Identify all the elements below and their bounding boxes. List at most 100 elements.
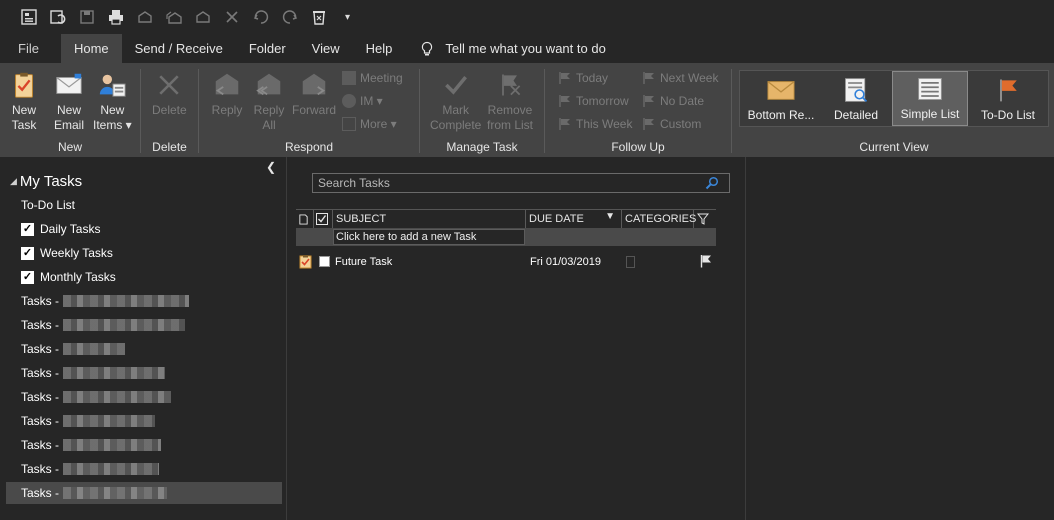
new-task-button[interactable]: New Task bbox=[8, 69, 40, 133]
search-placeholder: Search Tasks bbox=[318, 176, 390, 190]
tab-folder[interactable]: Folder bbox=[236, 34, 299, 63]
mark-complete-line2: Complete bbox=[430, 118, 482, 132]
tell-me-label: Tell me what you want to do bbox=[445, 41, 606, 56]
nav-item-daily-tasks[interactable]: ✓ Daily Tasks bbox=[21, 219, 100, 239]
category-box[interactable] bbox=[626, 256, 635, 268]
forward-button[interactable]: Forward bbox=[292, 69, 336, 118]
new-task-row[interactable]: Click here to add a new Task bbox=[296, 228, 716, 246]
nav-item-todo-list[interactable]: To-Do List bbox=[21, 195, 75, 215]
column-type[interactable] bbox=[296, 210, 314, 228]
send-receive-all-icon[interactable] bbox=[43, 4, 72, 30]
delete-icon[interactable] bbox=[217, 4, 246, 30]
nav-item-tasks-folder-selected[interactable]: Tasks - bbox=[6, 482, 282, 504]
tab-home[interactable]: Home bbox=[60, 34, 122, 63]
column-due-date[interactable]: DUE DATE ▼ bbox=[526, 210, 622, 228]
ribbon-group-new: New Task New Email New Items ▾ New bbox=[0, 63, 140, 157]
column-flag-status[interactable] bbox=[694, 210, 716, 228]
reply-icon[interactable] bbox=[130, 4, 159, 30]
new-task-input[interactable]: Click here to add a new Task bbox=[333, 229, 525, 245]
task-clipboard-icon bbox=[8, 69, 40, 101]
column-header-row: SUBJECT DUE DATE ▼ CATEGORIES bbox=[296, 209, 716, 228]
customize-qat-icon[interactable]: ▾ bbox=[333, 4, 362, 30]
empty-trash-icon[interactable] bbox=[304, 4, 333, 30]
new-email-line1: New bbox=[56, 103, 81, 117]
lightbulb-icon bbox=[422, 41, 433, 55]
redacted-text bbox=[63, 295, 190, 307]
more-button[interactable]: More ▾ bbox=[342, 114, 397, 134]
flag-tomorrow-button[interactable]: Tomorrow bbox=[558, 91, 629, 111]
nav-item-tasks-folder[interactable]: Tasks - bbox=[21, 363, 166, 383]
task-due-date: Fri 01/03/2019 bbox=[530, 256, 601, 268]
search-tasks-input[interactable]: Search Tasks bbox=[312, 173, 730, 193]
meeting-button[interactable]: Meeting bbox=[342, 68, 403, 88]
view-detailed-button[interactable]: Detailed bbox=[820, 71, 892, 126]
new-task-line1: New bbox=[11, 103, 36, 117]
tab-view[interactable]: View bbox=[299, 34, 353, 63]
flag-no-date-button[interactable]: No Date bbox=[642, 91, 704, 111]
view-todo-list-button[interactable]: To-Do List bbox=[969, 71, 1047, 126]
tell-me-search[interactable]: Tell me what you want to do bbox=[419, 34, 606, 63]
remove-line1: Remove bbox=[487, 103, 533, 117]
print-icon[interactable] bbox=[101, 4, 130, 30]
flag-next-week-button[interactable]: Next Week bbox=[642, 68, 718, 88]
flag-status-icon[interactable] bbox=[700, 254, 712, 268]
reply-all-button[interactable]: Reply All bbox=[253, 69, 285, 133]
reply-label: Reply bbox=[211, 103, 243, 117]
outlook-app-icon[interactable] bbox=[14, 4, 43, 30]
view-bottom-reading-button[interactable]: Bottom Re... bbox=[742, 71, 820, 126]
tasks-prefix-label: Tasks - bbox=[21, 486, 60, 500]
view-simple-list-button[interactable]: Simple List bbox=[892, 71, 968, 126]
nav-item-tasks-folder[interactable]: Tasks - bbox=[21, 411, 156, 431]
remove-from-list-button[interactable]: Remove from List bbox=[487, 69, 533, 133]
flag-custom-button[interactable]: Custom bbox=[642, 114, 701, 134]
column-subject[interactable]: SUBJECT bbox=[333, 210, 526, 228]
checkbox-checked[interactable]: ✓ bbox=[21, 222, 34, 236]
group-label-delete: Delete bbox=[152, 140, 187, 154]
new-items-line1: New bbox=[100, 103, 125, 117]
flag-today-button[interactable]: Today bbox=[558, 68, 608, 88]
nav-item-tasks-folder[interactable]: Tasks - bbox=[21, 339, 126, 359]
nav-item-monthly-tasks[interactable]: ✓ Monthly Tasks bbox=[21, 267, 116, 287]
nav-item-tasks-folder[interactable]: Tasks - bbox=[21, 315, 186, 335]
task-complete-checkbox[interactable] bbox=[319, 256, 330, 267]
redacted-text bbox=[63, 343, 126, 355]
mark-complete-button[interactable]: Mark Complete bbox=[430, 69, 481, 133]
nav-item-tasks-folder[interactable]: Tasks - bbox=[21, 435, 162, 455]
undo-icon[interactable] bbox=[246, 4, 275, 30]
due-date-header-label: DUE DATE bbox=[529, 213, 584, 225]
tab-help[interactable]: Help bbox=[353, 34, 406, 63]
detailed-list-icon bbox=[840, 75, 872, 105]
tab-send-receive[interactable]: Send / Receive bbox=[122, 34, 236, 63]
tab-file[interactable]: File bbox=[0, 34, 61, 63]
nav-item-weekly-tasks[interactable]: ✓ Weekly Tasks bbox=[21, 243, 113, 263]
column-complete[interactable] bbox=[314, 210, 333, 228]
expand-triangle-icon[interactable]: ◢ bbox=[10, 176, 17, 187]
column-categories[interactable]: CATEGORIES bbox=[622, 210, 696, 228]
collapse-pane-icon[interactable]: ❮ bbox=[266, 160, 276, 174]
search-icon[interactable] bbox=[705, 176, 719, 190]
checkbox-checked[interactable]: ✓ bbox=[21, 270, 34, 284]
nav-item-tasks-folder[interactable]: Tasks - bbox=[21, 291, 190, 311]
new-items-button[interactable]: New Items ▾ bbox=[93, 69, 132, 133]
delete-button[interactable]: Delete bbox=[152, 69, 187, 118]
my-tasks-header[interactable]: ◢ My Tasks bbox=[10, 173, 82, 190]
group-label-current-view: Current View bbox=[859, 140, 929, 154]
redacted-text bbox=[63, 439, 162, 451]
forward-icon[interactable] bbox=[188, 4, 217, 30]
im-button[interactable]: IM ▾ bbox=[342, 91, 383, 111]
nav-item-tasks-folder[interactable]: Tasks - bbox=[21, 459, 160, 479]
new-task-line2: Task bbox=[11, 118, 37, 132]
new-email-button[interactable]: New Email bbox=[53, 69, 85, 133]
checkbox-header-icon bbox=[316, 213, 328, 225]
redo-icon[interactable] bbox=[275, 4, 304, 30]
nav-item-tasks-folder[interactable]: Tasks - bbox=[21, 387, 172, 407]
task-row[interactable]: Future Task Fri 01/03/2019 bbox=[296, 251, 716, 273]
save-icon[interactable] bbox=[72, 4, 101, 30]
reply-all-icon[interactable] bbox=[159, 4, 188, 30]
flag-icon bbox=[642, 71, 656, 85]
flag-this-week-button[interactable]: This Week bbox=[558, 114, 632, 134]
task-subject: Future Task bbox=[335, 256, 393, 268]
checkbox-checked[interactable]: ✓ bbox=[21, 246, 34, 260]
new-email-line2: Email bbox=[53, 118, 84, 132]
reply-button[interactable]: Reply bbox=[211, 69, 243, 118]
